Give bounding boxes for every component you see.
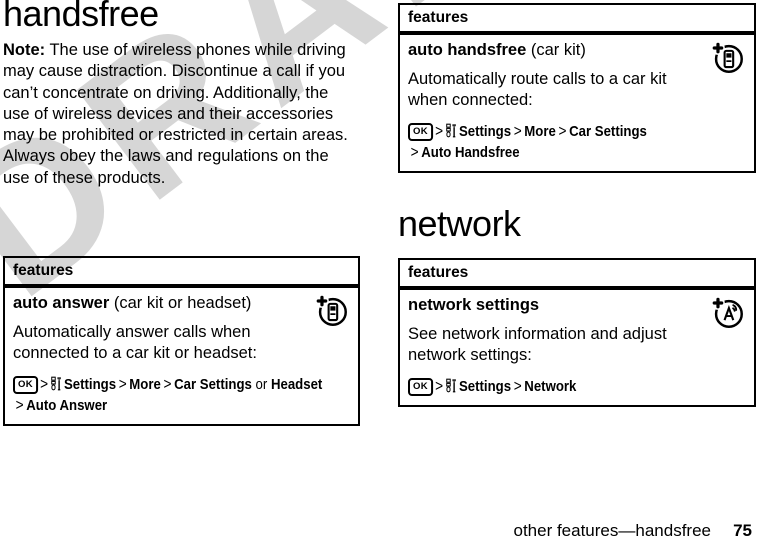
path-segment-settings: Settings <box>63 375 117 393</box>
path-separator: > <box>513 122 522 140</box>
feature-menu-path-auto-answer: OK > Settings > More > Car Settings or Headset… <box>13 374 348 416</box>
note-paragraph: Note: The use of wireless phones while d… <box>3 40 355 189</box>
note-label: Note: <box>3 41 46 59</box>
feature-title-bold: network settings <box>408 296 540 314</box>
path-segment-car-settings: Car Settings <box>174 375 252 393</box>
features-table-auto-answer: features auto answer (car kit or headset… <box>3 256 360 426</box>
feature-description-network-settings: See network information and adjust netwo… <box>408 325 667 365</box>
footer-page-number: 75 <box>733 521 752 540</box>
feature-menu-path-auto-handsfree: OK > Settings > More > Car Settings > Auto Hands… <box>408 121 744 163</box>
page-title-handsfree: handsfree <box>3 0 159 34</box>
network-antenna-icon <box>708 294 746 332</box>
path-separator: > <box>513 377 522 395</box>
path-separator: > <box>435 377 444 395</box>
ok-key-icon: OK <box>408 122 433 141</box>
path-segment-settings: Settings <box>458 377 512 395</box>
feature-title-network-settings: network settings <box>408 295 746 316</box>
path-separator: > <box>40 375 49 393</box>
path-segment-auto-answer: Auto Answer <box>26 396 108 414</box>
path-segment-car-settings: Car Settings <box>569 122 647 140</box>
path-segment-more: More <box>129 375 161 393</box>
settings-tools-icon <box>51 376 62 391</box>
features-table-network-settings: features network settings See network in… <box>398 258 756 407</box>
note-text: The use of wireless phones while driving… <box>3 41 348 187</box>
features-table-auto-handsfree: features auto handsfree (car kit) Automa… <box>398 3 756 173</box>
path-separator: > <box>163 375 172 393</box>
car-kit-phone-icon <box>708 39 746 77</box>
features-table-header: features <box>400 260 754 290</box>
feature-title-qualifier: (car kit or headset) <box>109 294 252 312</box>
path-separator: > <box>15 396 24 414</box>
path-separator: > <box>118 375 127 393</box>
path-separator: > <box>435 122 444 140</box>
path-segment-more: More <box>524 122 556 140</box>
feature-title-auto-handsfree: auto handsfree (car kit) <box>408 40 746 61</box>
feature-title-auto-answer: auto answer (car kit or headset) <box>13 293 350 314</box>
page-footer: other features—handsfree 75 <box>0 513 759 543</box>
path-separator: > <box>558 122 567 140</box>
feature-menu-path-network-settings: OK > Settings > Network <box>408 376 744 397</box>
car-kit-headset-phone-icon <box>312 292 350 330</box>
features-table-header: features <box>400 5 754 35</box>
page-content: handsfree Note: The use of wireless phon… <box>0 0 759 547</box>
ok-key-icon: OK <box>408 377 433 396</box>
feature-row-network-settings: network settings See network information… <box>400 290 754 405</box>
section-title-network: network <box>398 203 521 244</box>
feature-title-bold: auto answer <box>13 294 110 312</box>
settings-tools-icon <box>446 123 457 138</box>
path-segment-settings: Settings <box>458 122 512 140</box>
feature-title-bold: auto handsfree <box>408 41 527 59</box>
feature-title-qualifier: (car kit) <box>526 41 586 59</box>
settings-tools-icon <box>446 378 457 393</box>
features-table-header: features <box>5 258 358 288</box>
feature-description-auto-handsfree: Automatically route calls to a car kit w… <box>408 70 667 110</box>
ok-key-icon: OK <box>13 375 38 394</box>
footer-breadcrumb: other features—handsfree <box>513 521 711 540</box>
feature-row-auto-answer: auto answer (car kit or headset) Automat… <box>5 288 358 424</box>
path-conjunction-or: or <box>255 375 268 393</box>
path-segment-auto-handsfree: Auto Handsfree <box>421 143 520 161</box>
path-segment-headset: Headset <box>270 375 323 393</box>
path-separator: > <box>410 143 419 161</box>
path-segment-network: Network <box>524 377 577 395</box>
feature-row-auto-handsfree: auto handsfree (car kit) Automatically r… <box>400 35 754 171</box>
feature-description-auto-answer: Automatically answer calls when connecte… <box>13 323 257 363</box>
